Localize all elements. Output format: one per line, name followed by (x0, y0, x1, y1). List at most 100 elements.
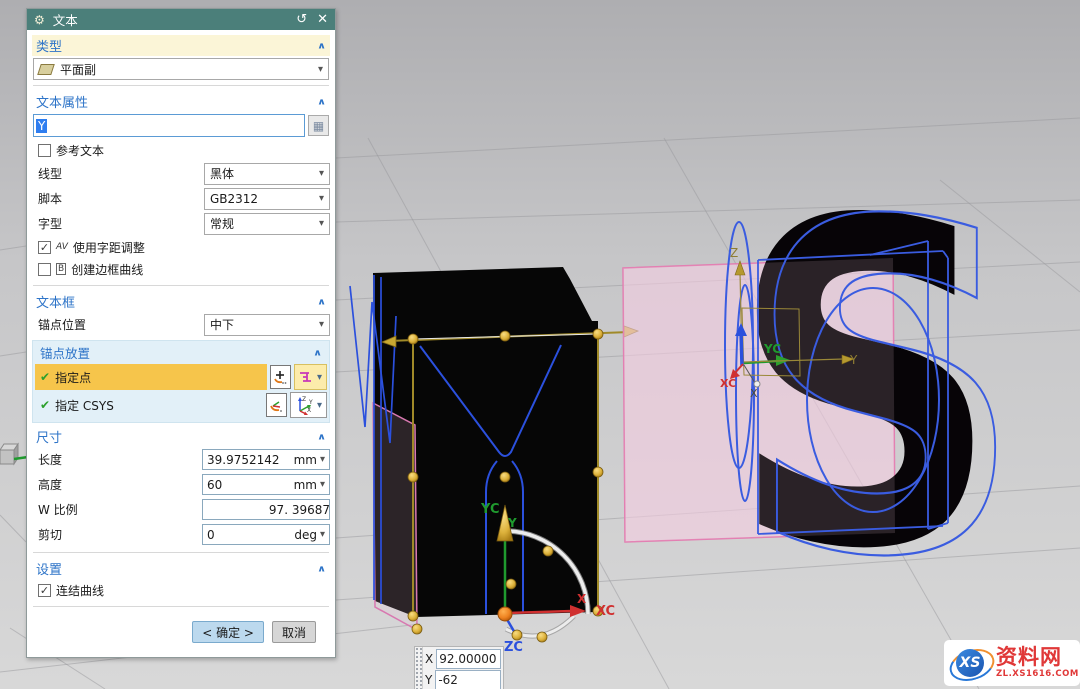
chevron-down-icon[interactable]: ▾ (320, 479, 325, 490)
section-textprops-header[interactable]: 文本属性 ∧ (32, 91, 330, 112)
shear-input[interactable]: 0 deg ▾ (202, 524, 330, 545)
letter-s-assembly[interactable]: S S (623, 127, 1023, 657)
shear-value: 0 (207, 528, 294, 542)
label-y: Y (507, 516, 517, 530)
coord-y-label: Y (425, 673, 432, 687)
cancel-button[interactable]: 取消 (272, 621, 316, 643)
chevron-up-icon[interactable]: ∧ (317, 96, 326, 106)
font-label: 线型 (32, 165, 204, 182)
section-type-header[interactable]: 类型 ∧ (32, 35, 330, 56)
join-curves-checkbox[interactable]: ✓ (38, 584, 51, 597)
length-input[interactable]: 39.9752142 mm ▾ (202, 449, 330, 470)
gear-icon: ⚙ (34, 13, 45, 27)
chevron-down-icon: ▾ (319, 193, 324, 204)
height-input[interactable]: 60 mm ▾ (202, 474, 330, 495)
divider (33, 85, 329, 86)
chevron-down-icon[interactable]: ▾ (320, 454, 325, 465)
inferred-point-icon (297, 369, 315, 385)
close-icon[interactable]: ✕ (317, 13, 328, 26)
watermark-logo-icon: XS (948, 645, 994, 681)
coord-y-input[interactable]: -62 (435, 670, 501, 689)
point-dialog-button[interactable] (270, 365, 291, 389)
drag-handle[interactable] (415, 647, 423, 689)
dialog-title: 文本 (53, 10, 286, 29)
watermark-url: ZL.XS1616.COM (996, 670, 1079, 679)
chevron-up-icon[interactable]: ∧ (317, 563, 326, 573)
text-dialog: ⚙ 文本 ↺ ✕ 类型 ∧ 平面副 ▾ 文本属性 ∧ (26, 8, 336, 658)
section-frame-title: 文本框 (36, 292, 317, 311)
length-value: 39.9752142 (207, 453, 294, 467)
watermark-logo-text: XS (956, 649, 984, 677)
csys-method-split-button[interactable]: Z Y X ▾ (290, 392, 327, 418)
script-dropdown[interactable]: GB2312 ▾ (204, 188, 330, 210)
zc-axis-arrow[interactable] (741, 332, 742, 366)
dialog-titlebar[interactable]: ⚙ 文本 ↺ ✕ (27, 9, 335, 30)
reset-icon[interactable]: ↺ (296, 13, 307, 26)
label-s-x: X (750, 387, 758, 400)
font-dropdown[interactable]: 黑体 ▾ (204, 163, 330, 185)
csys-dialog-button[interactable] (266, 393, 287, 417)
section-frame-header[interactable]: 文本框 ∧ (32, 291, 330, 312)
join-curves-label: 连结曲线 (56, 582, 104, 599)
onscreen-coordinate-box[interactable]: X 92.00000 Y -62 (414, 646, 504, 689)
type-dropdown[interactable]: 平面副 ▾ (33, 58, 329, 80)
kerning-label: 使用字距调整 (73, 239, 145, 256)
planar-sheet-icon (37, 64, 55, 75)
divider (33, 552, 329, 553)
specify-point-label: 指定点 (55, 369, 91, 386)
section-size-header[interactable]: 尺寸 ∧ (32, 426, 330, 447)
label-zc: ZC (504, 640, 523, 655)
origin-ball[interactable] (498, 607, 512, 621)
chevron-down-icon[interactable]: ▾ (317, 400, 322, 411)
style-dropdown[interactable]: 常规 ▾ (204, 213, 330, 235)
chevron-up-icon[interactable]: ∧ (317, 431, 326, 441)
specify-point-row[interactable]: ✔ 指定点 (35, 364, 327, 390)
anchor-placement-header[interactable]: 锚点放置 ∧ (35, 343, 327, 362)
chevron-up-icon[interactable]: ∧ (317, 40, 326, 50)
label-s-yc: YC (763, 342, 781, 356)
specify-csys-row[interactable]: ✔ 指定 CSYS (35, 392, 327, 418)
ok-button[interactable]: < 确定 > (192, 621, 264, 643)
coord-x-input[interactable]: 92.00000 (436, 649, 501, 669)
label-s-xc: XC (720, 377, 736, 390)
reference-text-checkbox[interactable] (38, 144, 51, 157)
anchor-location-label: 锚点位置 (32, 316, 204, 333)
chevron-up-icon[interactable]: ∧ (313, 347, 322, 357)
y-text-frame-plane (373, 403, 417, 630)
text-symbols-button[interactable]: ▦ (308, 115, 329, 136)
letter-s-outline: S (747, 127, 1023, 657)
border-curves-checkbox[interactable] (38, 263, 51, 276)
point-method-split-button[interactable]: ▾ (294, 364, 327, 390)
wscale-label: W 比例 (32, 501, 202, 518)
check-icon: ✔ (40, 398, 50, 412)
letter-y-solid[interactable] (350, 267, 638, 634)
height-unit: mm (294, 478, 317, 492)
coord-x-label: X (425, 652, 433, 666)
font-value: 黑体 (210, 165, 319, 182)
style-value: 常规 (210, 215, 319, 232)
label-x: X (577, 592, 587, 606)
chevron-up-icon[interactable]: ∧ (317, 296, 326, 306)
anchor-placement-title: 锚点放置 (40, 343, 313, 362)
type-dropdown-value: 平面副 (60, 61, 318, 78)
chevron-down-icon[interactable]: ▾ (320, 529, 325, 540)
chevron-down-icon: ▾ (318, 64, 323, 75)
chevron-down-icon[interactable]: ▾ (317, 372, 322, 383)
svg-text:Z: Z (302, 396, 306, 403)
anchor-location-dropdown[interactable]: 中下 ▾ (204, 314, 330, 336)
section-type-title: 类型 (36, 36, 317, 55)
check-icon: ✔ (40, 370, 50, 384)
label-xc: XC (596, 604, 615, 619)
kerning-checkbox[interactable]: ✓ (38, 241, 51, 254)
label-z: Z (730, 246, 738, 260)
style-label: 字型 (32, 215, 204, 232)
chevron-down-icon: ▾ (319, 319, 324, 330)
section-settings-header[interactable]: 设置 ∧ (32, 558, 330, 579)
wscale-input[interactable]: 97. 39687 (202, 499, 330, 520)
reference-text-label: 参考文本 (56, 142, 104, 159)
height-label: 高度 (32, 476, 202, 493)
border-curves-label: 创建边框曲线 (71, 261, 143, 278)
divider (33, 285, 329, 286)
kerning-icon: AV (56, 242, 68, 252)
text-content-input[interactable]: Y (33, 114, 305, 137)
